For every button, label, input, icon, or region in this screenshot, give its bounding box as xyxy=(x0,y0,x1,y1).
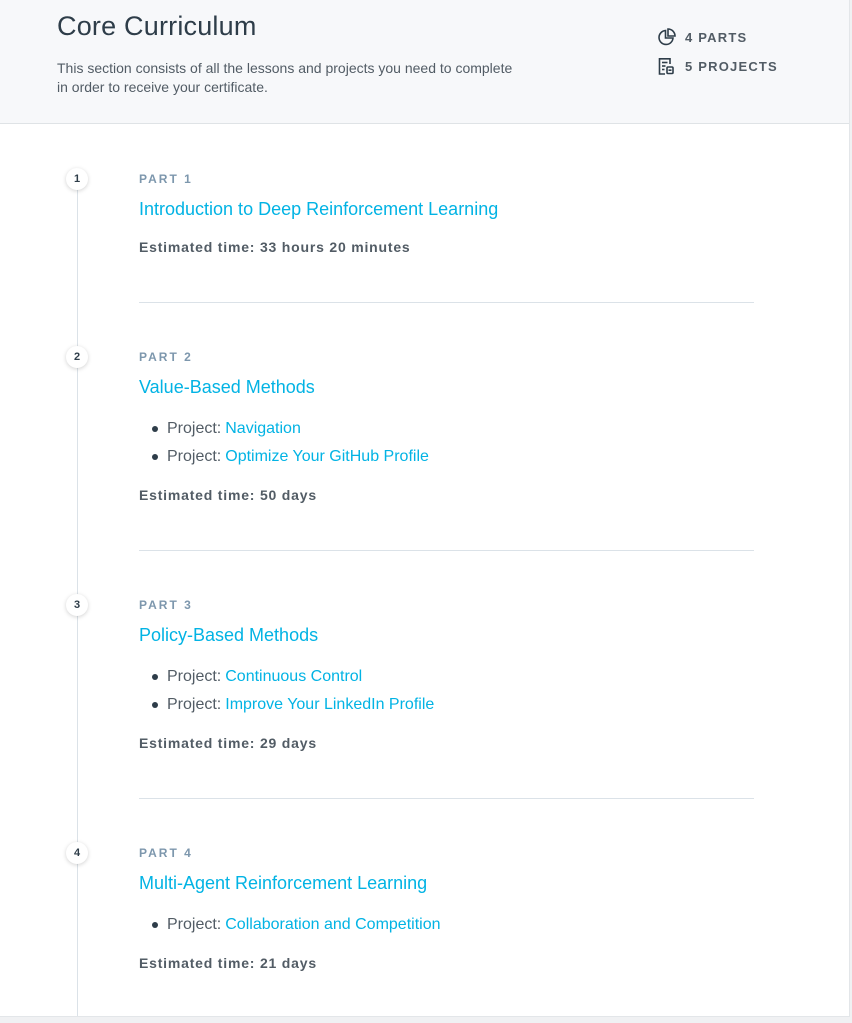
part-divider xyxy=(139,550,754,551)
part-number-badge: 1 xyxy=(66,168,88,190)
project-item: Project: Continuous Control xyxy=(152,667,362,687)
part-number-badge: 4 xyxy=(66,842,88,864)
project-item: Project: Navigation xyxy=(152,419,301,439)
project-item: Project: Collaboration and Competition xyxy=(152,915,441,935)
project-link[interactable]: Navigation xyxy=(225,420,301,438)
part-divider xyxy=(139,302,754,303)
estimated-time: Estimated time: 29 days xyxy=(139,735,317,751)
part-title-link[interactable]: Introduction to Deep Reinforcement Learn… xyxy=(139,199,498,220)
part-number-badge: 3 xyxy=(66,594,88,616)
estimated-time: Estimated time: 50 days xyxy=(139,487,317,503)
part-label: PART 4 xyxy=(139,846,193,860)
project-prefix: Project: xyxy=(167,916,222,933)
project-item: Project: Improve Your LinkedIn Profile xyxy=(152,695,434,715)
estimated-time: Estimated time: 33 hours 20 minutes xyxy=(139,239,411,255)
project-prefix: Project: xyxy=(167,448,222,465)
part-divider xyxy=(139,798,754,799)
bullet xyxy=(152,922,158,928)
part-title-link[interactable]: Policy-Based Methods xyxy=(139,625,318,646)
bullet xyxy=(152,674,158,680)
curriculum-header: Core Curriculum This section consists of… xyxy=(0,0,849,124)
project-link[interactable]: Optimize Your GitHub Profile xyxy=(225,448,429,466)
project-prefix: Project: xyxy=(167,696,222,713)
parts-count: 4 PARTS xyxy=(685,29,748,45)
project-link[interactable]: Improve Your LinkedIn Profile xyxy=(225,696,434,714)
project-prefix: Project: xyxy=(167,668,222,685)
bullet xyxy=(152,426,158,432)
part-label: PART 2 xyxy=(139,350,193,364)
timeline-line xyxy=(77,168,78,1016)
project-prefix: Project: xyxy=(167,420,222,437)
parts-count-stat: 4 PARTS xyxy=(657,27,747,47)
bullet xyxy=(152,454,158,460)
core-curriculum-card: Core Curriculum This section consists of… xyxy=(0,0,850,1017)
part-number-badge: 2 xyxy=(66,346,88,368)
projects-count-stat: 5 PROJECTS xyxy=(657,56,778,76)
page-title: Core Curriculum xyxy=(57,11,257,41)
project-link[interactable]: Collaboration and Competition xyxy=(225,916,440,934)
part-label: PART 1 xyxy=(139,172,193,186)
project-item: Project: Optimize Your GitHub Profile xyxy=(152,447,429,467)
project-link[interactable]: Continuous Control xyxy=(225,668,362,686)
pie-chart-icon xyxy=(657,27,676,47)
part-label: PART 3 xyxy=(139,598,193,612)
part-title-link[interactable]: Multi-Agent Reinforcement Learning xyxy=(139,873,427,894)
document-icon xyxy=(657,57,676,76)
projects-count: 5 PROJECTS xyxy=(685,58,778,74)
section-description: This section consists of all the lessons… xyxy=(57,60,513,95)
bullet xyxy=(152,702,158,708)
estimated-time: Estimated time: 21 days xyxy=(139,955,317,971)
part-title-link[interactable]: Value-Based Methods xyxy=(139,377,315,398)
